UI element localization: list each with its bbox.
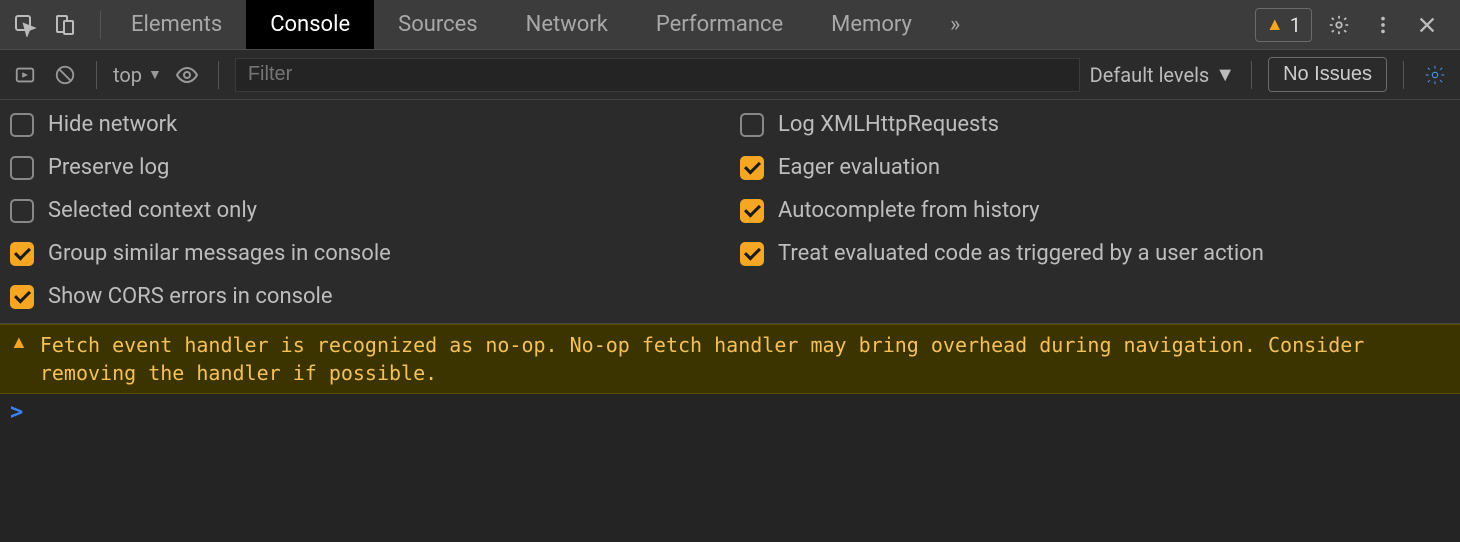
setting-hide-network[interactable]: Hide network (10, 112, 720, 137)
warnings-count: 1 (1290, 13, 1301, 37)
log-levels-selector[interactable]: Default levels ▼ (1090, 62, 1235, 87)
checkbox[interactable] (10, 285, 34, 309)
setting-label: Selected context only (48, 198, 257, 223)
issues-button[interactable]: No Issues (1268, 57, 1387, 92)
checkbox[interactable] (740, 156, 764, 180)
inspect-controls (8, 8, 94, 42)
setting-label: Autocomplete from history (778, 198, 1040, 223)
separator (100, 11, 101, 39)
live-expression-icon[interactable] (172, 60, 202, 90)
separator (1403, 61, 1404, 89)
checkbox[interactable] (740, 242, 764, 266)
context-selector[interactable]: top ▼ (113, 63, 162, 87)
checkbox[interactable] (10, 199, 34, 223)
device-toolbar-icon[interactable] (48, 8, 82, 42)
tab-sources[interactable]: Sources (374, 0, 502, 49)
tab-elements[interactable]: Elements (107, 0, 246, 49)
setting-label: Treat evaluated code as triggered by a u… (778, 241, 1264, 266)
separator (1251, 61, 1252, 89)
checkbox[interactable] (740, 113, 764, 137)
setting-label: Eager evaluation (778, 155, 940, 180)
clear-console-icon[interactable] (50, 60, 80, 90)
devtools-tabbar: Elements Console Sources Network Perform… (0, 0, 1460, 50)
checkbox[interactable] (10, 113, 34, 137)
setting-selected-context[interactable]: Selected context only (10, 198, 720, 223)
setting-cors-errors[interactable]: Show CORS errors in console (10, 284, 720, 309)
console-toolbar: top ▼ Default levels ▼ No Issues (0, 50, 1460, 100)
kebab-menu-icon[interactable] (1366, 8, 1400, 42)
tab-network[interactable]: Network (502, 0, 632, 49)
warning-icon: ▲ (1266, 14, 1284, 35)
tab-performance[interactable]: Performance (632, 0, 807, 49)
inspect-element-icon[interactable] (8, 8, 42, 42)
setting-group-similar[interactable]: Group similar messages in console (10, 241, 720, 266)
levels-label: Default levels (1090, 63, 1210, 87)
warnings-badge[interactable]: ▲ 1 (1255, 8, 1312, 42)
setting-label: Hide network (48, 112, 177, 137)
prompt-caret-icon: > (10, 400, 23, 425)
checkbox[interactable] (10, 242, 34, 266)
checkbox[interactable] (740, 199, 764, 223)
tabbar-right: ▲ 1 (1255, 8, 1452, 42)
console-warning-message: ▲ Fetch event handler is recognized as n… (0, 324, 1460, 394)
separator (218, 61, 219, 89)
console-settings-panel: Hide network Log XMLHttpRequests Preserv… (0, 100, 1460, 324)
setting-log-xhr[interactable]: Log XMLHttpRequests (740, 112, 1450, 137)
checkbox[interactable] (10, 156, 34, 180)
warning-icon: ▲ (10, 331, 28, 355)
warning-text: Fetch event handler is recognized as no-… (40, 331, 1450, 387)
setting-label: Show CORS errors in console (48, 284, 333, 309)
tab-console[interactable]: Console (246, 0, 374, 49)
setting-label: Preserve log (48, 155, 169, 180)
setting-label: Log XMLHttpRequests (778, 112, 999, 137)
context-label: top (113, 63, 142, 87)
separator (96, 61, 97, 89)
close-icon[interactable] (1410, 8, 1444, 42)
setting-preserve-log[interactable]: Preserve log (10, 155, 720, 180)
setting-label: Group similar messages in console (48, 241, 391, 266)
chevron-down-icon: ▼ (148, 66, 162, 83)
chevron-down-icon: ▼ (1215, 62, 1235, 87)
tabs-overflow[interactable]: » (936, 0, 974, 49)
setting-treat-user-action[interactable]: Treat evaluated code as triggered by a u… (740, 241, 1450, 266)
console-settings-gear-icon[interactable] (1420, 60, 1450, 90)
toggle-console-sidebar-icon[interactable] (10, 60, 40, 90)
tab-memory[interactable]: Memory (807, 0, 936, 49)
setting-autocomplete-history[interactable]: Autocomplete from history (740, 198, 1450, 223)
settings-gear-icon[interactable] (1322, 8, 1356, 42)
console-prompt[interactable]: > (0, 394, 1460, 431)
setting-eager-eval[interactable]: Eager evaluation (740, 155, 1450, 180)
tabs-container: Elements Console Sources Network Perform… (107, 0, 974, 49)
filter-input[interactable] (235, 58, 1080, 92)
